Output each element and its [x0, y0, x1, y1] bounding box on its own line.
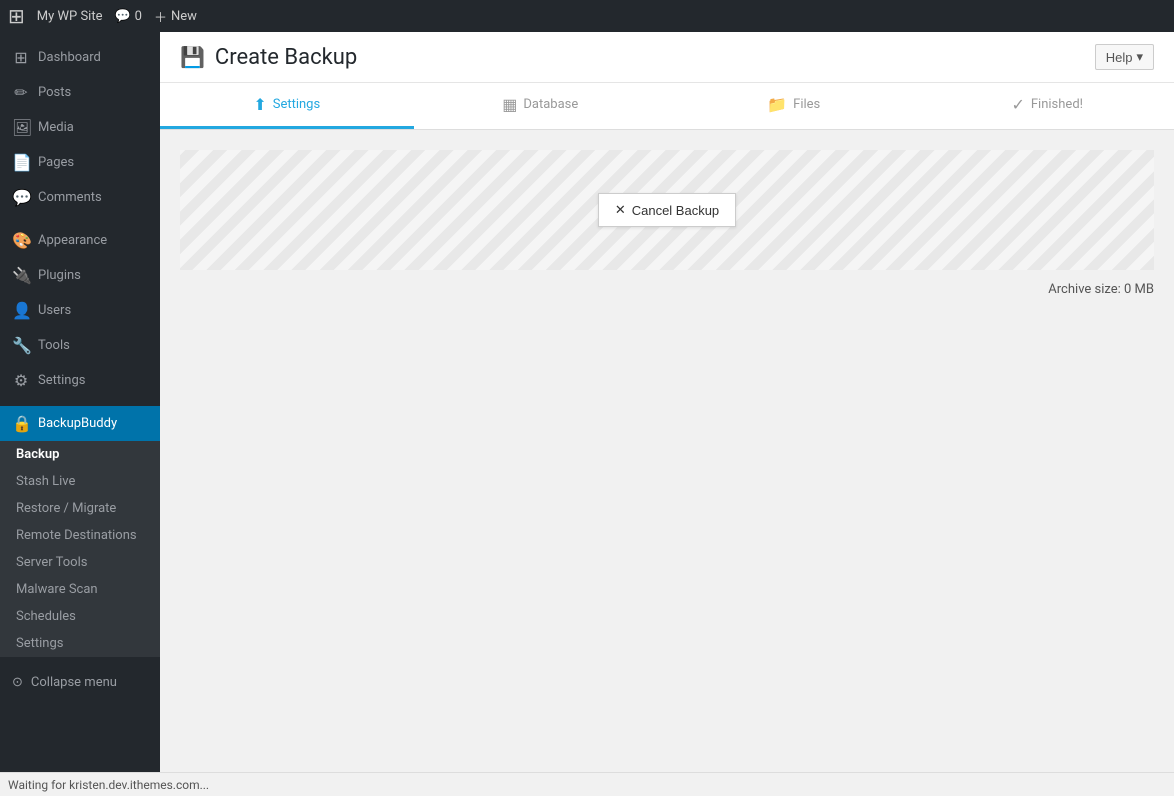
page-header: 💾 Create Backup Help ▾	[160, 32, 1174, 83]
sidebar-item-appearance[interactable]: 🎨 Appearance	[0, 223, 160, 258]
page-title: Create Backup	[215, 45, 357, 70]
settings-tab-icon: ⬆	[253, 95, 266, 114]
help-button[interactable]: Help ▾	[1095, 44, 1154, 70]
layout: ⊞ Dashboard ✏ Posts 🖼 Media 📄 Pages 💬 Co…	[0, 0, 1174, 796]
submenu-item-malware-scan[interactable]: Malware Scan	[0, 576, 160, 603]
adminbar-new[interactable]: ＋ New	[154, 7, 197, 26]
submenu-item-stash-live[interactable]: Stash Live	[0, 468, 160, 495]
sidebar-item-pages[interactable]: 📄 Pages	[0, 145, 160, 180]
status-bar: Waiting for kristen.dev.ithemes.com...	[0, 772, 1174, 796]
submenu-item-settings[interactable]: Settings	[0, 630, 160, 657]
submenu-item-restore-migrate[interactable]: Restore / Migrate	[0, 495, 160, 522]
sidebar: ⊞ Dashboard ✏ Posts 🖼 Media 📄 Pages 💬 Co…	[0, 32, 160, 796]
backupbuddy-submenu: Backup Stash Live Restore / Migrate Remo…	[0, 441, 160, 657]
pages-icon: 📄	[12, 153, 30, 172]
sidebar-item-settings[interactable]: ⚙ Settings	[0, 363, 160, 398]
sidebar-item-dashboard[interactable]: ⊞ Dashboard	[0, 40, 160, 75]
media-icon: 🖼	[12, 118, 30, 137]
collapse-icon: ⊙	[12, 675, 23, 690]
plugins-icon: 🔌	[12, 266, 30, 285]
users-icon: 👤	[12, 301, 30, 320]
database-tab-icon: ▦	[502, 95, 517, 114]
adminbar-comments[interactable]: 💬 0	[114, 9, 142, 24]
dashboard-icon: ⊞	[12, 48, 30, 67]
submenu-item-schedules[interactable]: Schedules	[0, 603, 160, 630]
tab-finished[interactable]: ✓ Finished!	[921, 83, 1174, 129]
wordpress-logo-icon[interactable]: ⊞	[8, 6, 25, 26]
sidebar-item-plugins[interactable]: 🔌 Plugins	[0, 258, 160, 293]
archive-info: Archive size: 0 MB	[180, 270, 1154, 309]
backupbuddy-icon: 🔒	[12, 414, 30, 433]
sidebar-item-users[interactable]: 👤 Users	[0, 293, 160, 328]
cancel-backup-button[interactable]: ✕ Cancel Backup	[598, 193, 736, 227]
tab-settings[interactable]: ⬆ Settings	[160, 83, 414, 129]
settings-icon: ⚙	[12, 371, 30, 390]
files-tab-icon: 📁	[767, 95, 787, 114]
appearance-icon: 🎨	[12, 231, 30, 250]
sidebar-item-tools[interactable]: 🔧 Tools	[0, 328, 160, 363]
plus-icon: ＋	[154, 7, 167, 26]
page-header-left: 💾 Create Backup	[180, 45, 357, 70]
create-backup-icon: 💾	[180, 45, 205, 69]
sidebar-item-backupbuddy[interactable]: 🔒 BackupBuddy	[0, 406, 160, 441]
submenu-item-server-tools[interactable]: Server Tools	[0, 549, 160, 576]
chevron-down-icon: ▾	[1136, 49, 1143, 65]
cancel-icon: ✕	[615, 202, 626, 218]
admin-bar: ⊞ My WP Site 💬 0 ＋ New	[0, 0, 1174, 32]
tabs-bar: ⬆ Settings ▦ Database 📁 Files ✓ Finished…	[160, 83, 1174, 130]
adminbar-site-name[interactable]: My WP Site	[37, 9, 103, 24]
tab-files[interactable]: 📁 Files	[667, 83, 921, 129]
posts-icon: ✏	[12, 83, 30, 102]
submenu-item-remote-destinations[interactable]: Remote Destinations	[0, 522, 160, 549]
comments-icon: 💬	[12, 188, 30, 207]
content-area: ✕ Cancel Backup Archive size: 0 MB	[160, 130, 1174, 630]
tools-icon: 🔧	[12, 336, 30, 355]
main-content: 💾 Create Backup Help ▾ ⬆ Settings ▦ Data…	[160, 32, 1174, 796]
submenu-item-backup[interactable]: Backup	[0, 441, 160, 468]
tab-database[interactable]: ▦ Database	[414, 83, 668, 129]
collapse-menu-button[interactable]: ⊙ Collapse menu	[0, 665, 160, 700]
sidebar-item-posts[interactable]: ✏ Posts	[0, 75, 160, 110]
progress-area: ✕ Cancel Backup	[180, 150, 1154, 270]
sidebar-item-comments[interactable]: 💬 Comments	[0, 180, 160, 215]
sidebar-item-media[interactable]: 🖼 Media	[0, 110, 160, 145]
comment-icon: 💬	[114, 9, 130, 24]
finished-tab-icon: ✓	[1011, 95, 1024, 114]
